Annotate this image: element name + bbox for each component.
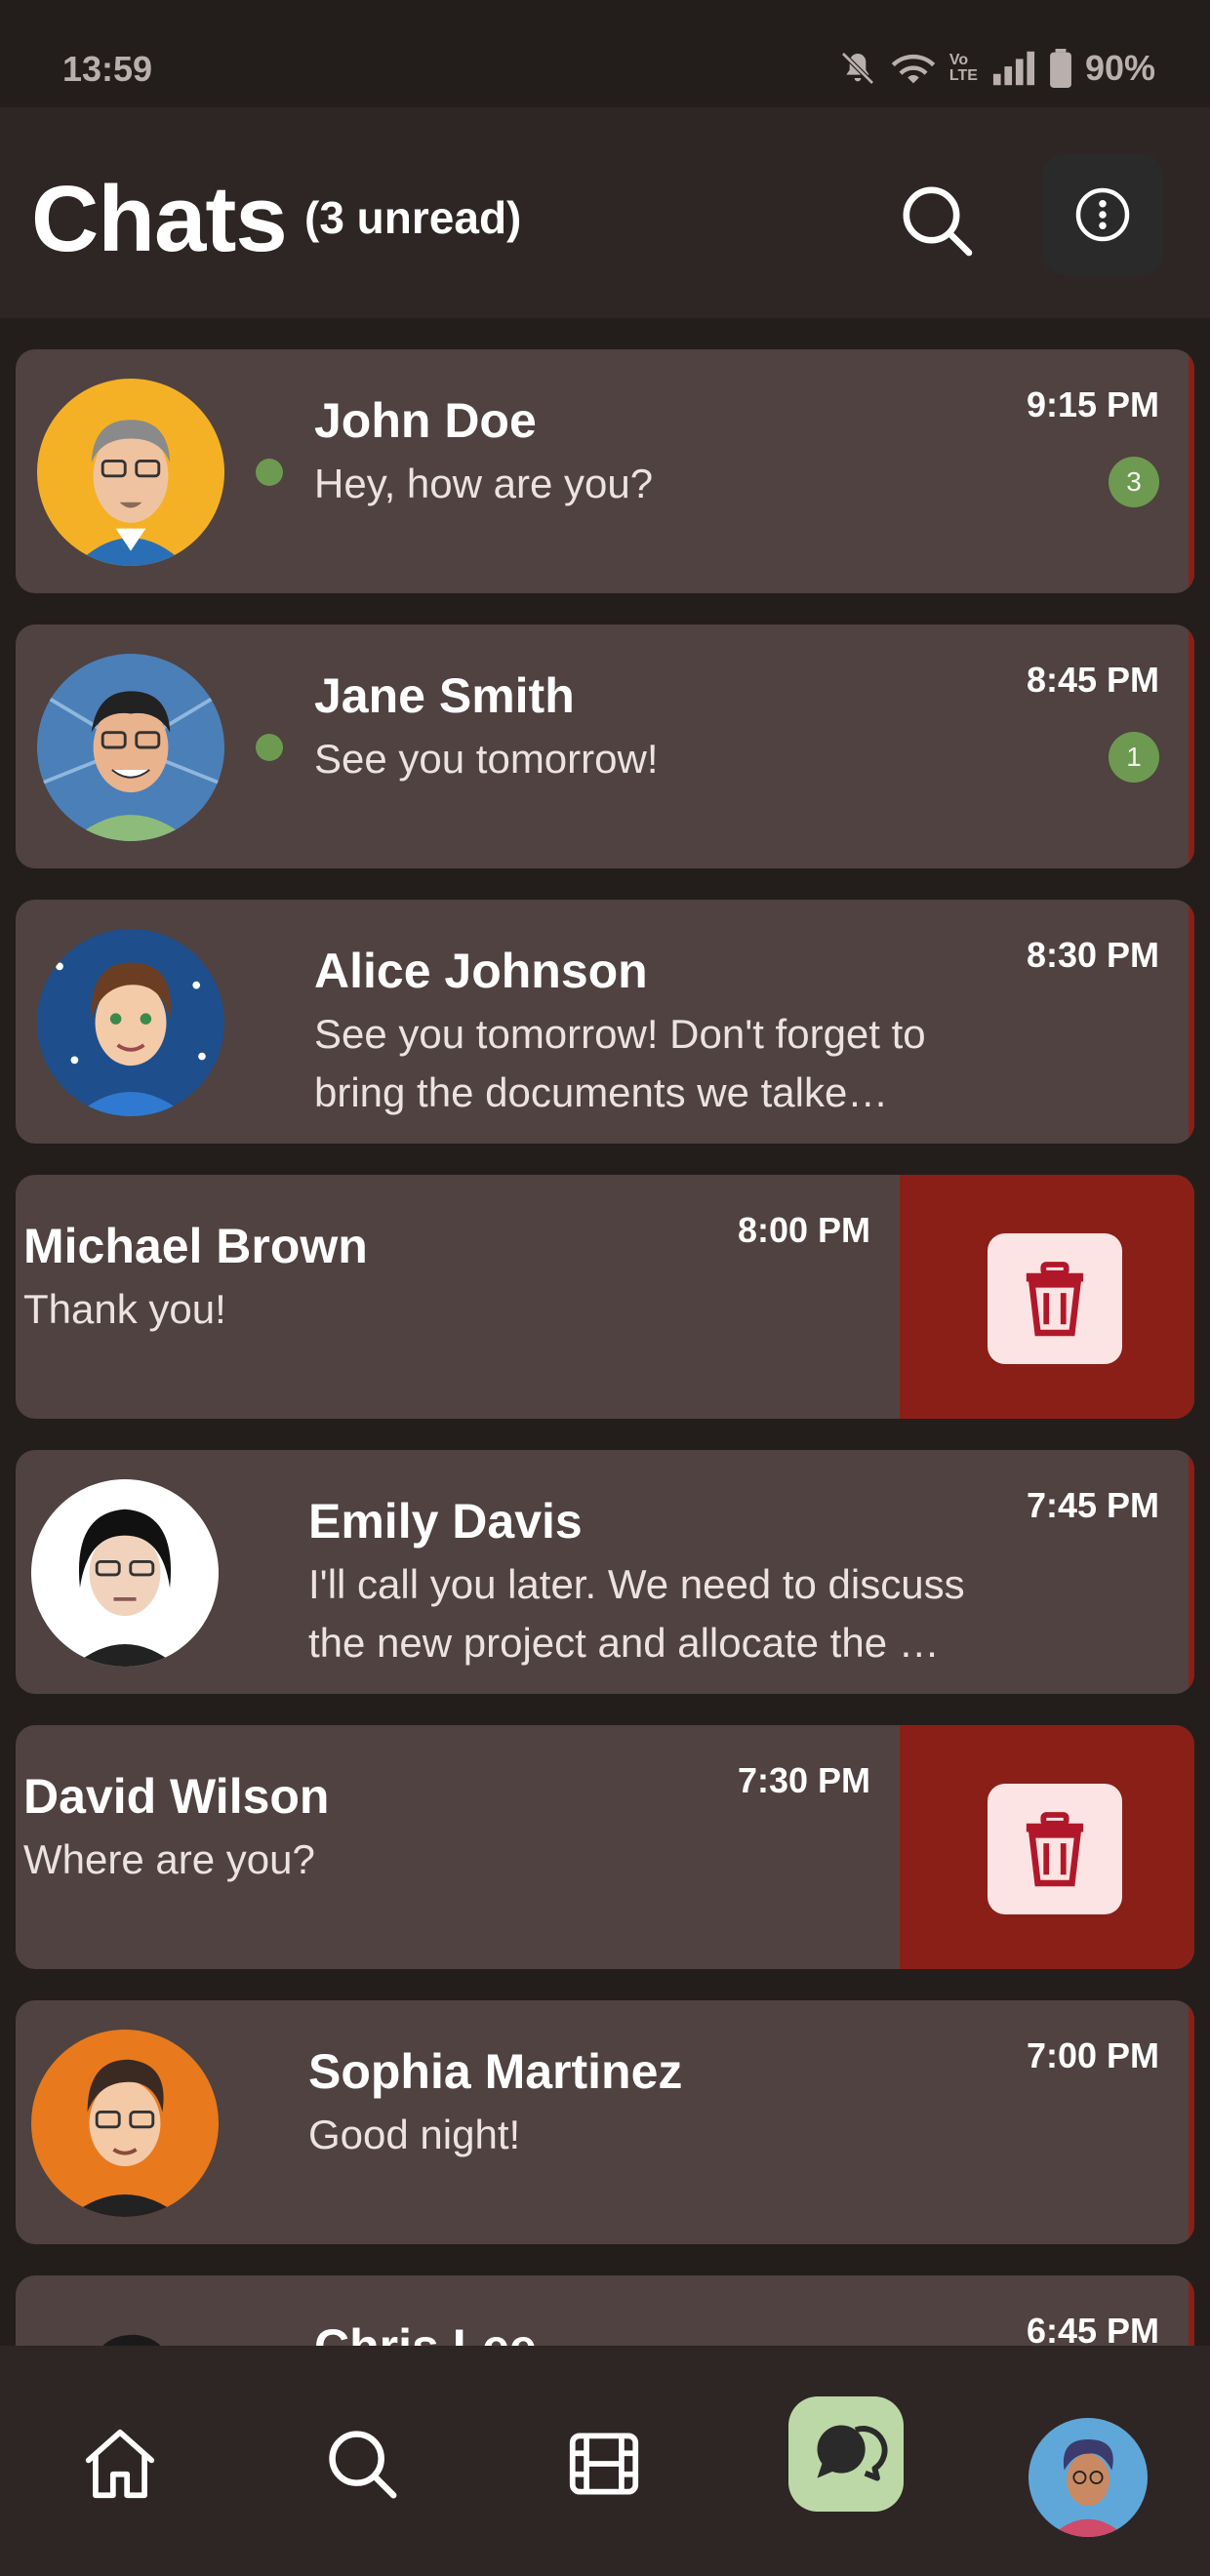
nav-search[interactable] [320,2422,404,2506]
message-preview: I'll call you later. We need to discuss … [308,1561,965,1666]
message-time: 8:45 PM [1026,660,1159,700]
message-preview: Where are you? [23,1836,315,1882]
battery-icon [1050,49,1071,88]
swipe-edge [1189,1450,1194,1694]
trash-icon [1026,1262,1084,1337]
avatar [31,2030,219,2217]
unread-count: (3 unread) [304,192,522,243]
search-button[interactable] [894,178,980,263]
contact-name: Emily Davis [308,1494,583,1549]
chat-item[interactable]: David Wilson Where are you? 7:30 PM [16,1725,1194,1969]
chat-item[interactable]: Jane Smith See you tomorrow! 8:45 PM 1 [16,624,1194,868]
delete-button[interactable] [988,1233,1122,1364]
avatar [37,379,224,566]
battery-percent: 90% [1084,48,1155,88]
profile-avatar[interactable] [1028,2418,1148,2537]
more-vertical-icon [1075,187,1130,242]
bottom-navigation [0,2346,1210,2576]
contact-name: John Doe [314,393,537,448]
chat-item[interactable]: Sophia Martinez Good night! 7:00 PM [16,2000,1194,2244]
online-indicator [256,734,283,761]
avatar [31,1479,219,1667]
swipe-edge [1189,624,1194,868]
message-time: 7:30 PM [737,1760,870,1800]
chat-list[interactable]: John Doe Hey, how are you? 9:15 PM 3 Jan… [0,318,1210,2346]
search-icon [329,2431,397,2499]
message-time: 8:30 PM [1026,935,1159,975]
app-bar: Chats (3 unread) [0,107,1210,318]
status-bar: 13:59 Vo LTE 90% [0,0,1210,107]
mute-icon [841,52,874,85]
nav-videos[interactable] [562,2422,646,2506]
delete-action-zone [900,1725,1194,1969]
message-time: 9:15 PM [1026,384,1159,424]
volte-indicator: Vo LTE [948,52,978,84]
wifi-icon [891,54,936,84]
avatar [37,654,224,841]
chat-icon [817,2425,888,2481]
contact-name: Alice Johnson [314,944,648,998]
more-options-button[interactable] [1042,154,1163,275]
trash-icon [1026,1812,1084,1887]
nav-chats[interactable] [788,2396,904,2512]
film-icon [569,2433,639,2495]
contact-name: David Wilson [23,1769,330,1824]
message-time: 7:00 PM [1026,2035,1159,2075]
message-time: 8:00 PM [737,1210,870,1250]
contact-name: Chris Lee [314,2318,537,2346]
chat-item[interactable]: Emily Davis I'll call you later. We need… [16,1450,1194,1694]
message-preview: Hey, how are you? [314,461,654,506]
status-time: 13:59 [62,49,153,89]
message-time: 7:45 PM [1026,1485,1159,1525]
contact-name: Sophia Martinez [308,2044,683,2099]
nav-home[interactable] [78,2422,162,2506]
chat-item[interactable]: John Doe Hey, how are you? 9:15 PM 3 [16,349,1194,593]
home-icon [85,2429,155,2499]
message-preview: Thank you! [23,1286,226,1332]
swipe-edge [1189,2275,1194,2346]
contact-name: Michael Brown [23,1219,368,1273]
chat-item[interactable]: Michael Brown Thank you! 8:00 PM [16,1175,1194,1419]
delete-button[interactable] [988,1784,1122,1914]
page-title: Chats [31,167,288,271]
chat-item[interactable]: Chris Lee 6:45 PM [16,2275,1194,2346]
message-preview: See you tomorrow! [314,736,659,782]
chat-item[interactable]: Alice Johnson See you tomorrow! Don't fo… [16,900,1194,1144]
swipe-edge [1189,349,1194,593]
unread-badge: 3 [1109,457,1159,507]
delete-action-zone [900,1175,1194,1419]
status-icons: Vo LTE 90% [838,47,1155,90]
message-time: 6:45 PM [1026,2311,1159,2346]
signal-icon [992,51,1035,86]
swipe-edge [1189,2000,1194,2244]
contact-name: Jane Smith [314,668,575,723]
unread-badge: 1 [1109,732,1159,783]
avatar [37,929,224,1116]
message-preview: See you tomorrow! Don't forget to bring … [314,1011,926,1115]
swipe-edge [1189,900,1194,1144]
search-icon [903,186,973,257]
message-preview: Good night! [308,2112,521,2157]
avatar [37,2305,224,2346]
online-indicator [256,459,283,486]
